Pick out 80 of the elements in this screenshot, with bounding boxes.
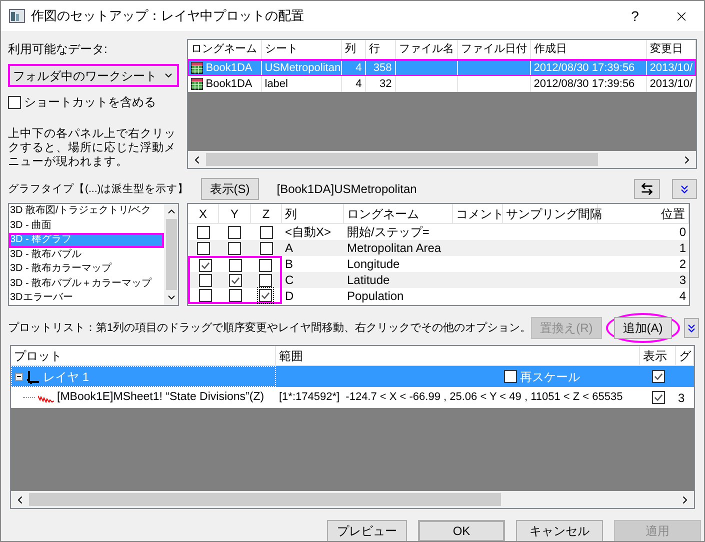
checkbox[interactable]	[652, 370, 664, 383]
checkbox[interactable]	[260, 242, 273, 254]
horizontal-scrollbar[interactable]	[11, 491, 694, 508]
available-data-label: 利用可能なデータ:	[8, 41, 108, 58]
checkbox[interactable]	[228, 242, 242, 254]
swap-arrows-icon	[640, 182, 654, 196]
checkbox[interactable]	[228, 226, 242, 238]
table-cell: 4	[342, 76, 366, 92]
table-cell-text: 3	[677, 390, 686, 406]
table-cell-text: A	[284, 240, 294, 256]
table-cell-text: Longitude	[346, 256, 401, 272]
checkbox[interactable]	[198, 288, 212, 302]
checkbox[interactable]	[8, 96, 21, 108]
axes-icon	[26, 370, 40, 384]
table-cell: 32	[366, 76, 396, 92]
dialog-button[interactable]: プレビュー	[327, 520, 407, 541]
table-cell-text: Latitude	[346, 272, 391, 288]
expand-button[interactable]	[672, 179, 697, 199]
hint-text: 上中下の各パネル上で右クリックすると、場所に応じた浮動メニューが現われます。	[8, 127, 177, 169]
tree-toggle-icon[interactable]	[15, 372, 23, 380]
spreadsheet-icon	[190, 78, 203, 90]
checkbox[interactable]	[197, 242, 210, 254]
graph-type-item[interactable]: 3D - 散布カラーマップ	[9, 262, 164, 276]
window-icon	[9, 9, 25, 23]
plot-list-hint: プロットリスト：第1列の項目のドラッグで順序変更やレイヤ間移動、右クリックでその他のオプション。	[8, 320, 532, 336]
dialog-button[interactable]: OK	[418, 520, 505, 541]
checkbox[interactable]	[228, 288, 242, 302]
table-cell-text: B	[284, 256, 294, 272]
table-cell-text: 4	[678, 288, 687, 304]
horizontal-scrollbar[interactable]	[188, 151, 696, 168]
graph-type-item[interactable]: 3D 散布図/トラジェクトリ/ベク	[9, 204, 164, 218]
expand-button[interactable]	[684, 318, 699, 338]
table-cell-text: 2	[678, 256, 687, 272]
shortcut-checkbox[interactable]: ショートカットを含める	[8, 93, 179, 111]
table-cell-text: 3	[678, 272, 687, 288]
graph-type-item[interactable]: 3D - 曲面	[9, 218, 164, 233]
table-cell-text: 0	[678, 224, 687, 240]
graph-type-item[interactable]: 3D - 散布バブル＋カラーマップ	[9, 276, 164, 291]
show-button[interactable]: 表示(S)	[200, 178, 259, 200]
table-cell: 2012/08/30 17:39:56	[530, 76, 647, 92]
checkbox[interactable]	[228, 274, 242, 286]
help-button[interactable]: ?	[612, 1, 658, 31]
table-cell-text: D	[284, 288, 295, 304]
table-cell-text: 開始/ステップ=	[346, 224, 430, 240]
dialog-button[interactable]: キャンセル	[516, 520, 603, 541]
range-cell-text: [1*:174592*] -124.7 < X < -66.99 , 25.06 < Y < 49 , 11051 < Z < 65535	[278, 390, 624, 406]
checkbox[interactable]	[652, 391, 664, 404]
table-cell: label	[262, 76, 342, 92]
checkbox[interactable]	[198, 258, 212, 272]
table-cell-text: 1	[678, 240, 687, 256]
table-cell-text: C	[284, 272, 295, 288]
table-cell-text: <自動X>	[284, 224, 332, 240]
checkbox[interactable]	[260, 226, 273, 238]
sheet-row[interactable]: Book1DA label 4 32 2012/08/30 17:39:56 2013/10/	[188, 76, 696, 92]
graph-type-item[interactable]: 3D - 散布バブル	[9, 248, 164, 262]
graph-type-item[interactable]: 3Dエラーバー	[9, 291, 164, 305]
checkbox[interactable]	[198, 274, 212, 286]
checkbox[interactable]	[258, 258, 272, 272]
table-cell-text: Population	[346, 288, 405, 304]
source-label: [Book1DA]USMetropolitan	[276, 181, 418, 198]
checkbox[interactable]	[504, 370, 517, 383]
spreadsheet-icon	[190, 62, 203, 74]
table-cell: Book1DA	[188, 76, 262, 92]
table-cell: 2013/10/	[646, 76, 696, 92]
table-cell-text: Metropolitan Area	[346, 240, 442, 256]
plot-row[interactable]: [MBook1E]MSheet1! “State Divisions”(Z) [1*:174592*] -124.7 < X < -66.99 , 25.06 < Y < 49 , 11051 < Z < 65535 3	[11, 387, 694, 408]
window-title: 作図のセットアップ：レイヤ中プロットの配置	[31, 7, 305, 26]
plot-label: [MBook1E]MSheet1! “State Divisions”(Z)	[57, 390, 264, 405]
data-source-dropdown[interactable]: フォルダ中のワークシート	[8, 64, 179, 87]
add-button[interactable]: 追加(A)	[614, 317, 672, 339]
rescale-label: 再スケール	[520, 368, 580, 386]
swap-button[interactable]	[634, 179, 660, 199]
checkbox[interactable]	[258, 274, 272, 286]
checkbox[interactable]	[258, 288, 272, 302]
layer-label: レイヤ 1	[43, 368, 90, 386]
double-chevron-icon	[678, 182, 691, 196]
checkbox[interactable]	[228, 258, 242, 272]
checkbox[interactable]	[197, 226, 210, 238]
vertical-scrollbar[interactable]	[164, 204, 178, 305]
graph-type-label: グラフタイプ【(...)は派生型を示す】	[8, 182, 189, 196]
